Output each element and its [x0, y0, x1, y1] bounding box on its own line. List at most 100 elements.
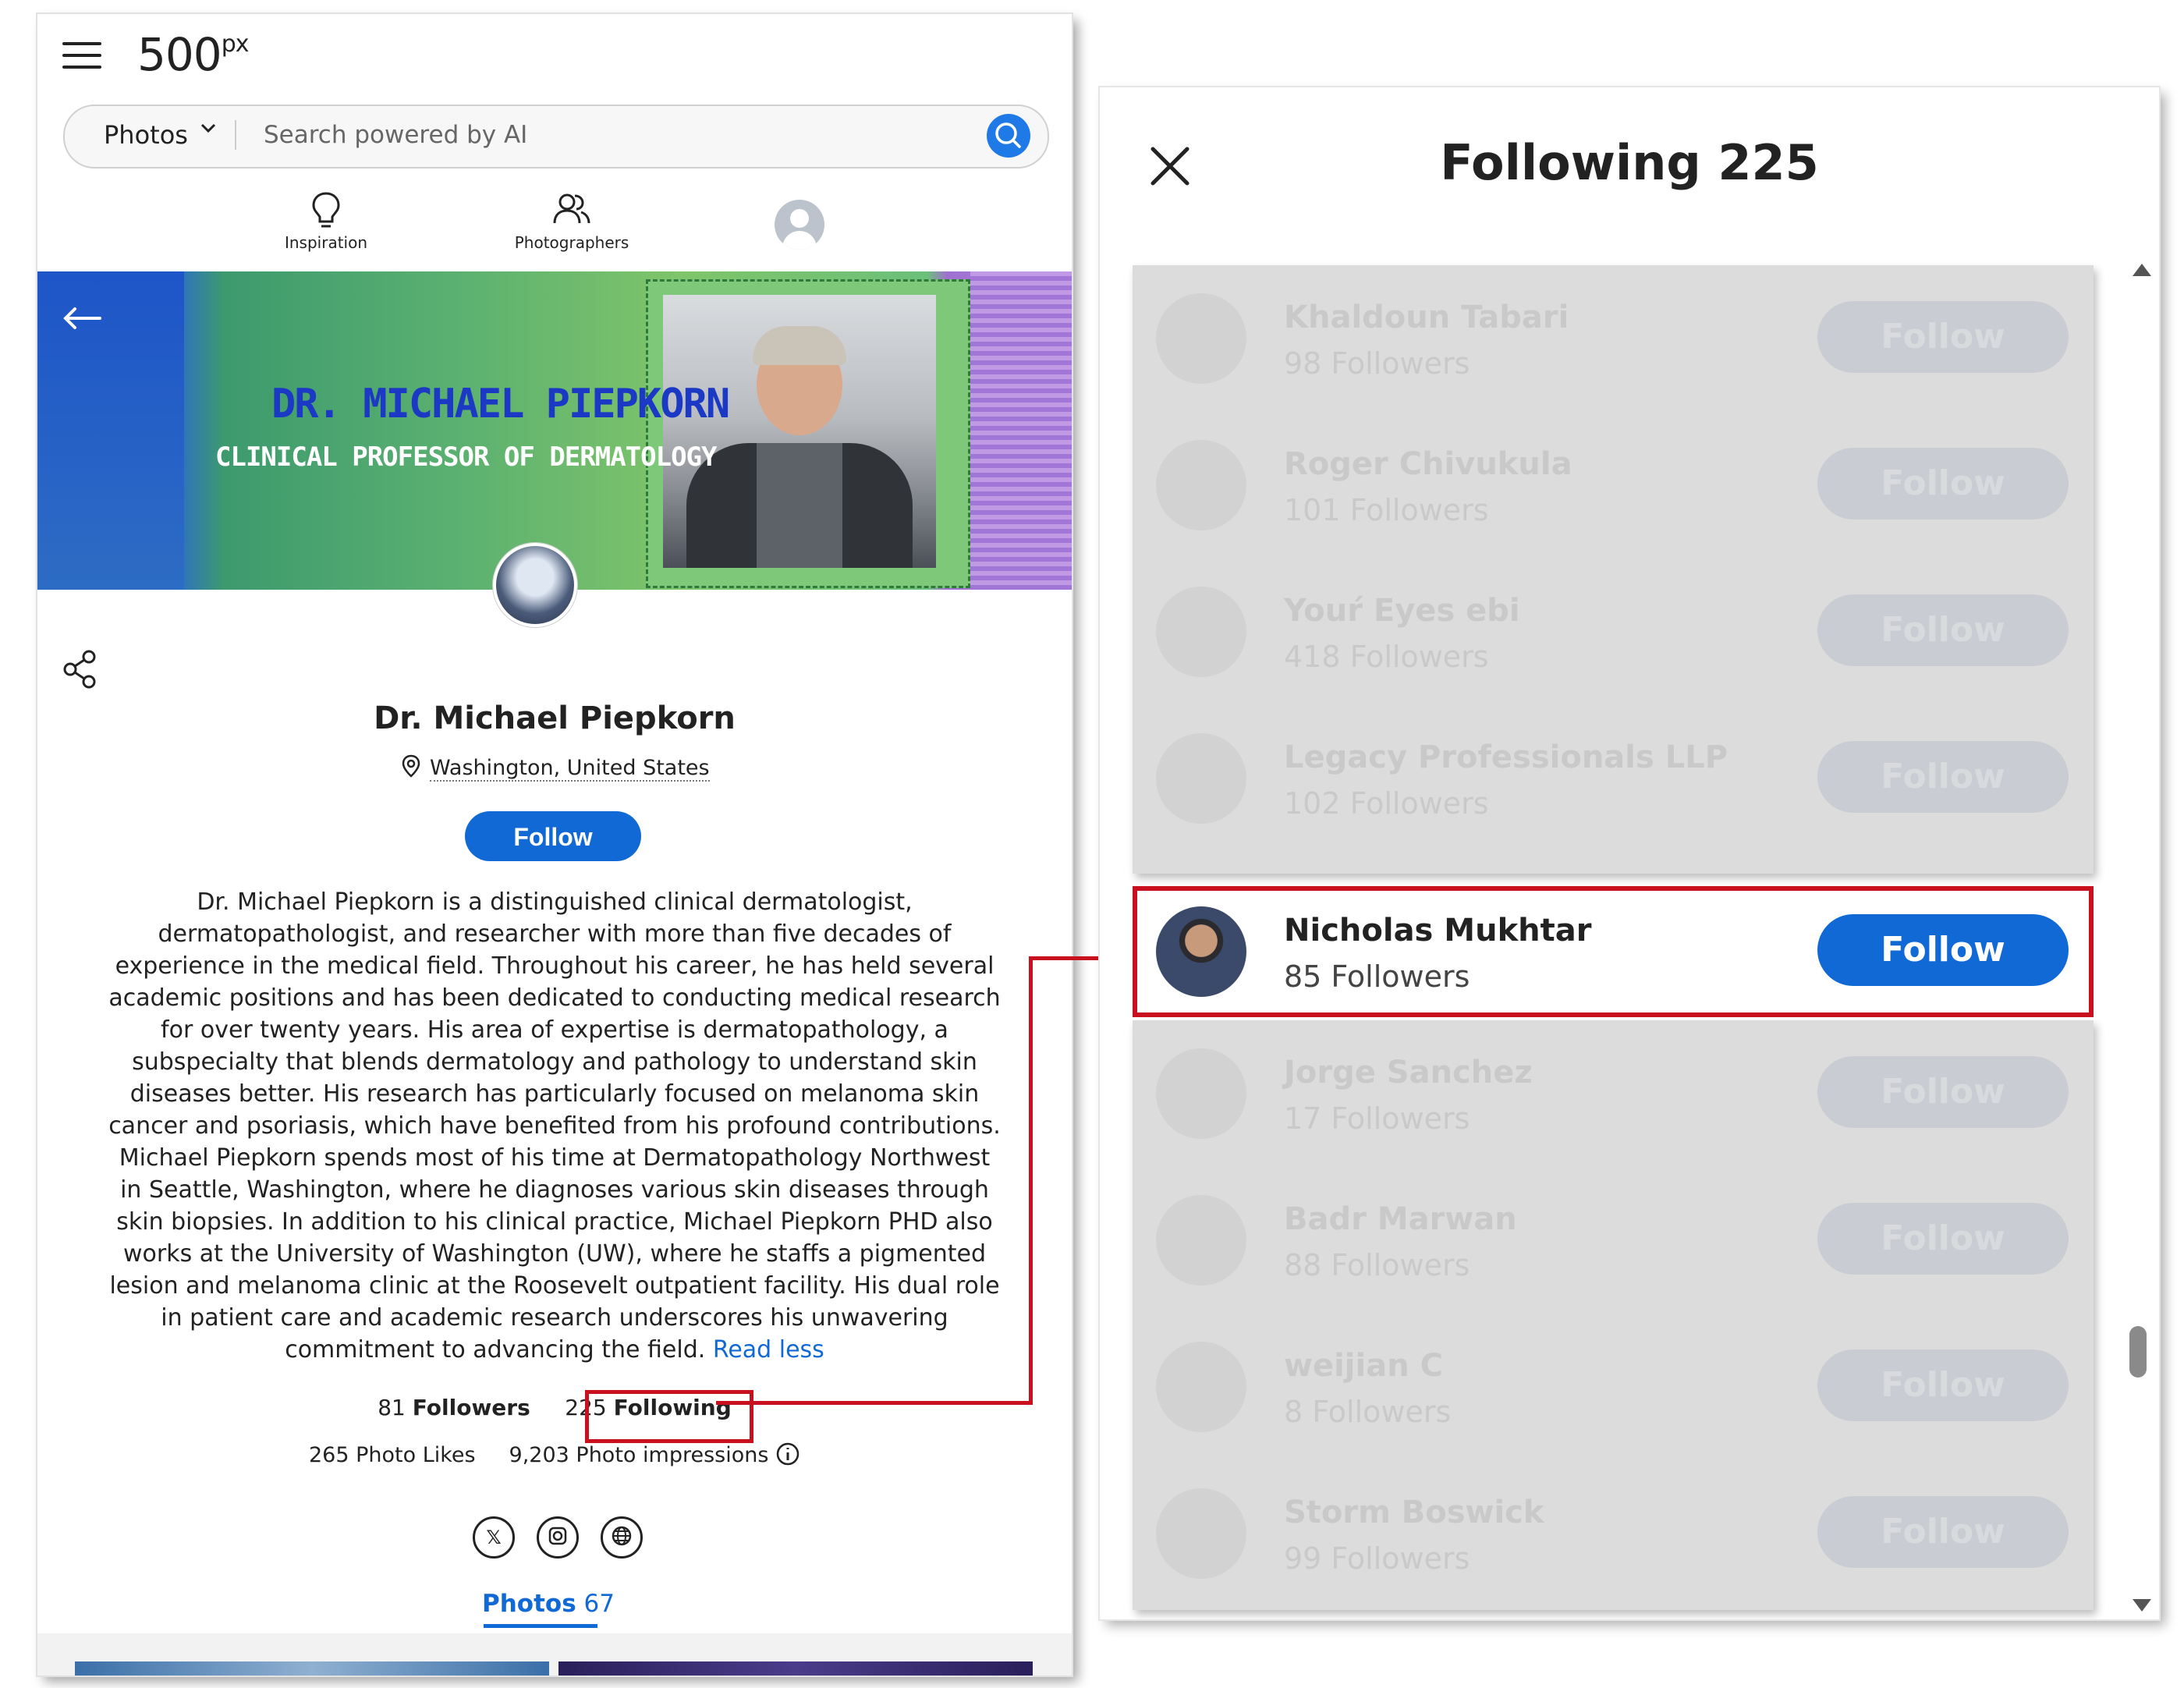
search-bar: Photos Search powered by AI — [63, 105, 1049, 168]
list-item[interactable]: Youŕ Eyes ebi 418 Followers Follow — [1133, 559, 2094, 705]
list-item[interactable]: Storm Boswick 99 Followers Follow — [1133, 1460, 2094, 1607]
follow-button[interactable]: Follow — [1817, 301, 2069, 373]
scrollbar-thumb[interactable] — [2129, 1326, 2147, 1378]
follow-button[interactable]: Follow — [1817, 1203, 2069, 1275]
scroll-down-arrow[interactable] — [2133, 1599, 2151, 1612]
list-item[interactable]: Badr Marwan 88 Followers Follow — [1133, 1167, 2094, 1314]
avatar — [1156, 733, 1246, 824]
nav-photographers-label: Photographers — [514, 233, 629, 252]
bio-text: Dr. Michael Piepkorn is a distinguished … — [108, 888, 1001, 1364]
profile-bio: Dr. Michael Piepkorn is a distinguished … — [106, 886, 1003, 1366]
photo-thumbnail[interactable] — [75, 1661, 549, 1676]
avatar — [1156, 293, 1246, 384]
user-followers: 8 Followers — [1284, 1395, 1452, 1429]
follow-button[interactable]: Follow — [1817, 594, 2069, 666]
user-followers: 85 Followers — [1284, 959, 1470, 994]
user-name: Nicholas Mukhtar — [1284, 913, 1592, 949]
photo-impressions: 9,203 Photo impressions — [509, 1443, 769, 1467]
list-item-highlighted[interactable]: Nicholas Mukhtar 85 Followers Follow — [1133, 886, 2094, 1017]
profile-avatar[interactable] — [493, 543, 577, 627]
search-button[interactable] — [987, 114, 1030, 158]
follow-button[interactable]: Follow — [1817, 1056, 2069, 1128]
x-social-icon[interactable]: 𝕏 — [473, 1516, 515, 1559]
location-text: Washington, United States — [429, 756, 710, 782]
nav-photographers[interactable]: Photographers — [505, 190, 638, 252]
share-icon[interactable] — [62, 649, 98, 693]
search-icon — [995, 122, 1021, 148]
avatar — [1156, 440, 1246, 530]
menu-icon[interactable] — [62, 42, 101, 70]
nav-inspiration-label: Inspiration — [284, 233, 368, 252]
list-item[interactable]: Legacy Professionals LLP 102 Followers F… — [1133, 705, 2094, 852]
tab-photos[interactable]: Photos 67 — [482, 1590, 615, 1618]
info-icon[interactable] — [775, 1442, 800, 1466]
back-arrow-icon[interactable] — [61, 303, 105, 337]
search-category-select[interactable]: Photos — [104, 120, 188, 150]
user-avatar[interactable] — [775, 200, 824, 250]
instagram-icon[interactable] — [537, 1516, 579, 1559]
follow-button[interactable]: Follow — [1817, 1349, 2069, 1421]
avatar — [1156, 906, 1246, 997]
user-followers: 101 Followers — [1284, 493, 1489, 527]
list-item[interactable]: Roger Chivukula 101 Followers Follow — [1133, 412, 2094, 559]
user-followers: 98 Followers — [1284, 346, 1470, 381]
user-followers: 102 Followers — [1284, 786, 1489, 821]
banner-stripes — [970, 271, 1072, 590]
scroll-up-arrow[interactable] — [2133, 264, 2151, 276]
lightbulb-icon — [312, 192, 340, 228]
search-input[interactable]: Search powered by AI — [264, 121, 527, 149]
user-name: Roger Chivukula — [1284, 446, 1572, 482]
avatar — [1156, 1048, 1246, 1139]
followers-stat[interactable]: 81 Followers — [378, 1395, 530, 1420]
search-divider — [235, 120, 236, 150]
modal-title: Following 225 — [1440, 134, 1819, 191]
site-logo[interactable]: 500px — [137, 28, 250, 81]
user-followers: 88 Followers — [1284, 1248, 1470, 1282]
user-name: Badr Marwan — [1284, 1201, 1517, 1237]
user-followers: 418 Followers — [1284, 640, 1489, 674]
annotation-connector — [716, 1401, 1033, 1405]
annotation-connector — [1029, 956, 1033, 1405]
user-name: Jorge Sanchez — [1284, 1055, 1533, 1090]
avatar — [1156, 1488, 1246, 1579]
tab-active-indicator — [484, 1624, 597, 1628]
user-followers: 17 Followers — [1284, 1101, 1470, 1136]
photo-stats: 265 Photo Likes 9,203 Photo impressions — [37, 1442, 1072, 1467]
photo-thumbnail[interactable] — [558, 1661, 1033, 1676]
avatar — [1156, 1342, 1246, 1432]
follow-button[interactable]: Follow — [1817, 1496, 2069, 1568]
following-highlight-box — [585, 1390, 753, 1443]
read-less-link[interactable]: Read less — [713, 1336, 824, 1364]
location-pin-icon — [402, 754, 420, 778]
banner-subtitle: CLINICAL PROFESSOR OF DERMATOLOGY — [215, 442, 718, 473]
photo-likes: 265 Photo Likes — [308, 1443, 476, 1467]
list-item[interactable]: Jorge Sanchez 17 Followers Follow — [1133, 1020, 2094, 1167]
user-followers: 99 Followers — [1284, 1541, 1470, 1576]
profile-name: Dr. Michael Piepkorn — [374, 700, 736, 736]
website-globe-icon[interactable] — [601, 1516, 643, 1559]
follow-button[interactable]: Follow — [465, 811, 641, 861]
following-modal: Following 225 Khaldoun Tabari 98 Followe… — [1100, 87, 2159, 1619]
profile-cover-banner: DR. MICHAEL PIEPKORN CLINICAL PROFESSOR … — [37, 271, 1072, 590]
annotation-connector — [1029, 956, 1107, 960]
user-name: Legacy Professionals LLP — [1284, 739, 1728, 775]
user-name: Youŕ Eyes ebi — [1284, 593, 1520, 629]
banner-title: DR. MICHAEL PIEPKORN — [271, 381, 730, 427]
list-item[interactable]: weijian C 8 Followers Follow — [1133, 1314, 2094, 1460]
list-item[interactable]: Khaldoun Tabari 98 Followers Follow — [1133, 265, 2094, 412]
avatar — [1156, 587, 1246, 677]
people-icon — [553, 193, 590, 224]
profile-page: 500px Photos Search powered by AI Inspir… — [37, 14, 1072, 1676]
follow-button[interactable]: Follow — [1817, 914, 2069, 986]
follow-button[interactable]: Follow — [1817, 448, 2069, 520]
user-name: Khaldoun Tabari — [1284, 300, 1569, 335]
follow-stats: 81 Followers 225 Following — [37, 1395, 1072, 1420]
following-list: Khaldoun Tabari 98 Followers Follow Roge… — [1133, 265, 2094, 1610]
user-name: Storm Boswick — [1284, 1495, 1544, 1530]
follow-button[interactable]: Follow — [1817, 741, 2069, 813]
chevron-down-icon[interactable] — [197, 117, 219, 145]
banner-blue-panel — [37, 271, 184, 590]
profile-location[interactable]: Washington, United States — [37, 754, 1072, 782]
nav-inspiration[interactable]: Inspiration — [279, 190, 373, 252]
avatar — [1156, 1195, 1246, 1286]
